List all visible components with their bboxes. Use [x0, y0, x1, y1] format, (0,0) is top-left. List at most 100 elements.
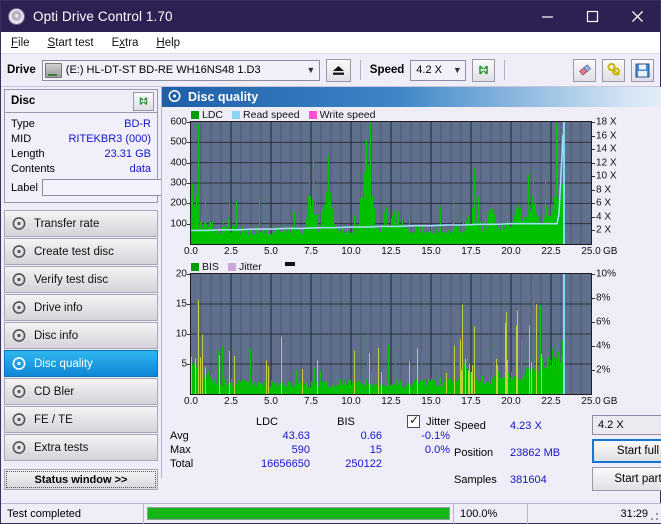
y-tick-label: 200	[170, 198, 187, 209]
disc-icon	[168, 89, 182, 106]
speed-result-value: 4.23 X	[510, 420, 586, 432]
sidebar-nav: Transfer rate Create test disc Verify te…	[4, 210, 158, 461]
run-info-grid: Speed 4.23 X Position 23862 MB Samples 3…	[454, 415, 586, 491]
disc-row-contents: Contents data	[11, 161, 151, 176]
disc-icon	[12, 412, 27, 427]
menu-item-extra[interactable]: Extra	[112, 37, 139, 49]
disc-icon	[12, 384, 27, 399]
settings-button[interactable]	[602, 59, 625, 82]
y2-tick	[592, 190, 595, 191]
drive-select[interactable]: (E:) HL-DT-ST BD-RE WH16NS48 1.D3 ▼	[42, 60, 320, 81]
stats-right: Speed 4.23 X Position 23862 MB Samples 3…	[448, 415, 661, 491]
sidebar-item-extra-tests[interactable]: Extra tests	[4, 434, 158, 461]
sidebar-item-verify-test-disc[interactable]: Verify test disc	[4, 266, 158, 293]
sidebar-item-create-test-disc[interactable]: Create test disc	[4, 238, 158, 265]
x-tick-label: 20.0	[501, 396, 520, 407]
progress-percent: 100.0%	[454, 504, 528, 524]
eject-button[interactable]	[326, 59, 351, 82]
x-tick-label: 7.5	[304, 246, 318, 257]
disc-icon	[12, 272, 27, 287]
y2-tick	[592, 136, 595, 137]
disc-row-length: Length 23.31 GB	[11, 146, 151, 161]
content-panel: Disc quality LDC Read speed Write speed …	[161, 87, 661, 478]
disc-value-length: 23.31 GB	[105, 148, 151, 160]
y2-tick-label: 6 X	[596, 198, 611, 209]
x-tick-label: 10.0	[341, 246, 360, 257]
drive-label: Drive	[7, 64, 36, 76]
close-icon[interactable]	[615, 1, 660, 32]
start-full-button[interactable]: Start full	[592, 439, 661, 463]
ldc-x-axis: 0.0 2.5 5.0 7.5 10.0 12.5 15.0 17.5 20.0 22.5 25.0…	[162, 245, 661, 259]
legend-label-ldc: LDC	[202, 109, 223, 121]
ldc-plot-row: 100 200 300 400 500 600 2 X4 X 6 X8 X 10 X 12 X 1…	[162, 121, 661, 245]
minimize-icon[interactable]	[525, 1, 570, 32]
sidebar-item-disc-info[interactable]: Disc info	[4, 322, 158, 349]
status-window-button[interactable]: Status window >>	[4, 469, 158, 490]
ldc-plot-area[interactable]	[190, 121, 592, 245]
sidebar-item-label: Verify test disc	[34, 274, 108, 286]
stats-left: LDC BIS Jitter Avg 43.63 0.66 -0.1% Max …	[162, 415, 448, 491]
resize-grip[interactable]	[650, 511, 660, 521]
stats-total-bis: 250122	[310, 458, 382, 470]
x-tick-label: 15.0	[421, 396, 440, 407]
menu-item-file[interactable]: FFileile	[11, 37, 30, 49]
y2-tick-label: 12 X	[596, 157, 617, 168]
disc-info-rows: Type BD-R MID RITEKBR3 (000) Length 23.3…	[5, 113, 157, 202]
speed-label: Speed	[370, 64, 405, 76]
y2-tick	[592, 346, 595, 347]
y2-tick	[592, 298, 595, 299]
speed-select[interactable]: 4.2 X ▼	[410, 60, 466, 81]
stats-row-label-avg: Avg	[170, 430, 224, 442]
x-tick-label: 25.0	[581, 396, 600, 407]
y2-tick-label: 6%	[596, 317, 610, 328]
disc-info-box: Disc Type BD-R MID RITEKBR3 (000) Length…	[4, 89, 158, 203]
disc-value-type: BD-R	[124, 118, 151, 130]
x-tick-label: 5.0	[264, 396, 278, 407]
y2-tick	[592, 176, 595, 177]
stats-max-bis: 15	[310, 444, 382, 456]
speed-select-value: 4.2 X	[416, 64, 442, 76]
stats-grid: LDC BIS Jitter Avg 43.63 0.66 -0.1% Max …	[170, 415, 448, 470]
sidebar-item-disc-quality[interactable]: Disc quality	[4, 350, 158, 377]
refresh-button[interactable]	[472, 59, 495, 82]
legend-label-read-speed: Read speed	[243, 109, 300, 121]
jitter-checkbox[interactable]	[407, 415, 420, 428]
y2-tick-label: 2%	[596, 365, 610, 376]
sidebar-item-transfer-rate[interactable]: Transfer rate	[4, 210, 158, 237]
menu-item-help[interactable]: Help	[156, 37, 180, 49]
sidebar-item-label: Drive info	[34, 302, 83, 314]
y-tick-label: 10	[176, 329, 187, 340]
x-tick-label: 15.0	[421, 246, 440, 257]
bis-chart-legend: BIS Jitter	[162, 260, 661, 273]
disc-key-length: Length	[11, 148, 45, 160]
panel-title: Disc quality	[188, 90, 258, 104]
sidebar-item-cd-bler[interactable]: CD Bler	[4, 378, 158, 405]
bis-plot-area[interactable]	[190, 273, 592, 395]
disc-icon	[12, 216, 27, 231]
app-disc-icon	[8, 8, 25, 25]
x-tick-label: 17.5	[461, 246, 480, 257]
x-tick-label: 2.5	[224, 246, 238, 257]
test-speed-value: 4.2 X	[598, 419, 624, 431]
legend-swatch-write-speed	[309, 111, 317, 119]
bis-y-axis: 5 10 15 20	[162, 273, 190, 393]
title-bar: Opti Drive Control 1.70	[1, 1, 660, 32]
x-tick-label: 22.5	[541, 396, 560, 407]
main-body: Disc Type BD-R MID RITEKBR3 (000) Length…	[1, 87, 660, 478]
eraser-button[interactable]	[573, 59, 596, 82]
disc-refresh-button[interactable]	[133, 92, 154, 111]
sidebar-item-fe-te[interactable]: FE / TE	[4, 406, 158, 433]
test-speed-select[interactable]: 4.2 X ▼	[592, 415, 661, 435]
save-button[interactable]	[631, 59, 654, 82]
ldc-speed-axis: 2 X4 X 6 X8 X 10 X 12 X 14 X 16 X 18 X	[592, 121, 628, 243]
start-part-button[interactable]: Start part	[592, 467, 661, 491]
sidebar-item-drive-info[interactable]: Drive info	[4, 294, 158, 321]
disc-key-type: Type	[11, 118, 35, 130]
y2-tick	[592, 274, 595, 275]
x-tick-label: 12.5	[381, 246, 400, 257]
maximize-icon[interactable]	[570, 1, 615, 32]
y2-tick	[592, 217, 595, 218]
disc-title: Disc	[11, 95, 35, 107]
legend-swatch-jitter	[228, 263, 236, 271]
menu-item-start-test[interactable]: Start test	[48, 37, 94, 49]
